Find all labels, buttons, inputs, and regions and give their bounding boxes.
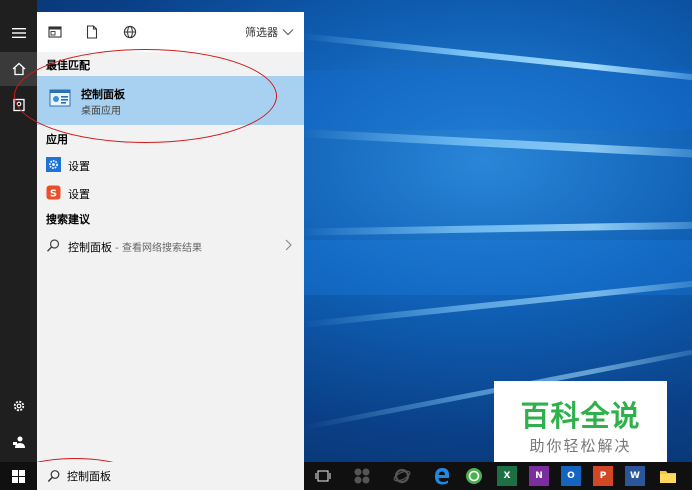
onenote-icon: N: [535, 471, 543, 481]
powerpoint-icon: P: [599, 471, 607, 481]
folder-icon: [660, 471, 676, 483]
filter-dropdown[interactable]: 筛选器: [245, 24, 294, 40]
document-icon: [86, 25, 98, 39]
app-result-label: 设置: [68, 160, 90, 173]
app-result-settings[interactable]: 设置: [37, 152, 304, 178]
start-button[interactable]: [0, 462, 37, 490]
app-result-label: 设置: [68, 188, 90, 201]
settings-button[interactable]: [0, 389, 37, 423]
gear-icon: [13, 400, 24, 412]
watermark-subtitle: 助你轻松解决: [529, 437, 632, 455]
task-view-button[interactable]: [313, 466, 333, 486]
wallpaper-light-beam: [299, 221, 692, 236]
wallpaper-light-beam: [300, 129, 692, 159]
suggestion-text: 控制面板 - 查看网络搜索结果: [68, 239, 202, 255]
taskbar-powerpoint[interactable]: P: [593, 466, 613, 486]
feedback-button[interactable]: [0, 425, 37, 459]
gear-settings-icon: [46, 157, 61, 172]
taskbar-onenote[interactable]: N: [529, 466, 549, 486]
suggestion-hint: - 查看网络搜索结果: [112, 243, 202, 254]
start-left-rail: [0, 0, 37, 462]
green-circle-app-icon: [466, 468, 482, 484]
app-result-settings-2[interactable]: S 设置: [37, 180, 304, 206]
taskbar-outlook[interactable]: O: [561, 466, 581, 486]
apps-filter-button[interactable]: [47, 24, 63, 40]
filter-label: 筛选器: [245, 26, 278, 39]
chevron-down-icon: [282, 29, 294, 36]
watermark-title: 百科全说: [520, 399, 641, 433]
hamburger-icon: [11, 28, 26, 38]
web-search-suggestion[interactable]: 控制面板 - 查看网络搜索结果: [37, 233, 304, 259]
apps-heading: 应用: [46, 133, 68, 146]
taskbar-excel[interactable]: X: [497, 466, 517, 486]
taskbar-word[interactable]: W: [625, 466, 645, 486]
windows-logo-icon: [12, 469, 25, 483]
search-input[interactable]: [67, 468, 287, 484]
excel-icon: X: [503, 471, 511, 481]
web-filter-button[interactable]: [122, 24, 138, 40]
globe-icon: [123, 25, 137, 39]
documents-filter-button[interactable]: [84, 24, 100, 40]
s-app-icon: S: [46, 185, 61, 200]
internet-explorer-icon: [393, 468, 411, 484]
home-icon: [12, 62, 25, 76]
hamburger-menu-button[interactable]: [0, 16, 37, 50]
task-view-icon: [315, 470, 331, 482]
search-suggestions-heading: 搜索建议: [46, 213, 90, 226]
search-icon: [47, 470, 60, 482]
taskbar-search-box[interactable]: [37, 462, 304, 490]
taskbar: X N O P W: [0, 462, 692, 490]
panel-top-bar: 筛选器: [37, 12, 304, 52]
edge-icon: [435, 468, 450, 485]
suggestion-query: 控制面板: [68, 241, 112, 254]
word-icon: W: [630, 471, 640, 481]
window-apps-icon: [48, 26, 62, 38]
svg-text:S: S: [50, 189, 57, 200]
taskbar-edge[interactable]: [432, 466, 452, 486]
feedback-person-icon: [12, 436, 25, 448]
app-grid-icon: [354, 468, 370, 484]
taskbar-green-app[interactable]: [464, 466, 484, 486]
taskbar-file-explorer[interactable]: [658, 466, 678, 486]
wallpaper-pane: [300, 70, 692, 130]
search-icon: [46, 239, 60, 252]
taskbar-app-1[interactable]: [352, 466, 372, 486]
outlook-icon: O: [567, 471, 575, 481]
taskbar-internet-explorer[interactable]: [392, 466, 412, 486]
watermark-logo: 百科全说 助你轻松解决: [494, 381, 667, 462]
annotation-ellipse-best-match: [14, 49, 277, 143]
chevron-right-icon: [285, 239, 292, 254]
